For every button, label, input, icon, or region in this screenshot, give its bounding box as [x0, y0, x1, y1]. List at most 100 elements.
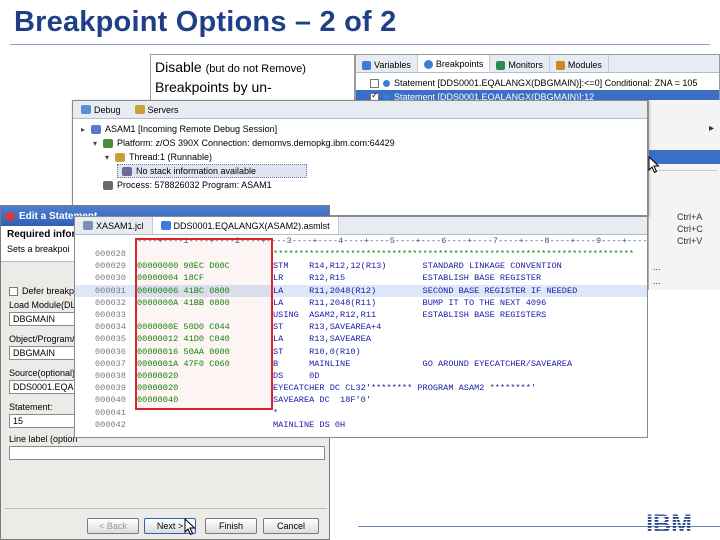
tab-monitors[interactable]: Monitors [490, 55, 550, 72]
expand-icon[interactable]: ▸ [79, 125, 87, 134]
tab-debug[interactable]: Debug [81, 105, 121, 115]
breakpoint-icon [383, 79, 390, 87]
collapse-icon[interactable]: ▾ [103, 153, 111, 162]
source-statement: LA R13,SAVEAREA [273, 334, 371, 345]
back-button[interactable]: < Back [87, 518, 139, 534]
tree-item-session[interactable]: ▸ ASAM1 [Incoming Remote Debug Session] [77, 122, 643, 136]
tree-item-thread[interactable]: ▾ Thread:1 (Runnable) [77, 150, 643, 164]
tab-label: Monitors [508, 60, 543, 70]
ellipsis-label: ... [653, 262, 661, 272]
line-number: 000031 [95, 285, 126, 296]
line-number: 000038 [95, 371, 126, 381]
defer-breakpoint-label: Defer breakpo [22, 286, 80, 296]
cancel-button[interactable]: Cancel [263, 518, 319, 534]
line-number: 000034 [95, 322, 126, 333]
line-number: 000029 [95, 261, 126, 272]
line-number: 000033 [95, 310, 126, 320]
code-line[interactable]: 000042 MAINLINE DS 0H [75, 419, 647, 431]
line-number: 000042 [95, 419, 126, 430]
context-menu-item-more[interactable]: ... [649, 274, 720, 288]
highlight-rectangle [135, 238, 273, 410]
context-menu-item[interactable]: ▸ [649, 122, 720, 136]
slide-title: Breakpoint Options – 2 of 2 [14, 6, 397, 38]
title-divider [10, 44, 710, 45]
context-menu-item-paste[interactable]: Ctrl+V [649, 234, 720, 248]
breakpoint-row[interactable]: Statement [DDS0001.EQALANGX(DBGMAIN)]:<=… [356, 76, 719, 90]
tab-label: Debug [94, 104, 121, 115]
tree-item-process[interactable]: Process: 578826032 Program: ASAM1 [77, 178, 643, 192]
dialog-button-separator [5, 508, 327, 509]
tree-item-label: ASAM1 [Incoming Remote Debug Session] [105, 124, 278, 134]
line-number: 000035 [95, 334, 126, 345]
defer-breakpoint-checkbox[interactable] [9, 286, 18, 296]
tab-label: Modules [567, 60, 602, 70]
context-menu-item-more[interactable]: ... [649, 260, 720, 274]
session-icon [91, 124, 101, 134]
context-menu-item[interactable] [649, 104, 720, 118]
tree-item-label: Platform: z/OS 390X Connection: demomvs.… [117, 138, 395, 148]
source-statement: ST R10,0(R10) [273, 346, 361, 357]
finish-button[interactable]: Finish [205, 518, 257, 534]
modules-icon [555, 60, 565, 70]
line-number: 000040 [95, 395, 126, 406]
line-label-field[interactable] [9, 446, 325, 460]
tree-item-label: Thread:1 (Runnable) [129, 152, 213, 162]
tab-label: DDS0001.EQALANGX(ASAM2).asmlst [173, 220, 330, 231]
breakpoint-icon [5, 211, 15, 221]
line-number: 000032 [95, 297, 126, 308]
servers-icon [134, 105, 145, 114]
line-number: 000030 [95, 273, 126, 284]
debug-view: Debug Servers ▸ ASAM1 [Incoming Remote De… [72, 100, 648, 216]
line-number: 000037 [95, 358, 126, 369]
statement-label: Statement: [9, 402, 53, 412]
tab-label: Servers [147, 104, 179, 115]
tab-jcl-file[interactable]: XASAM1.jcl [75, 217, 153, 234]
ellipsis-label: ... [653, 276, 661, 286]
scroll-indicator-icon: ▸ [709, 123, 715, 134]
mouse-pointer-icon [184, 518, 196, 536]
menu-separator [653, 170, 717, 171]
tree-item-platform[interactable]: ▾ Platform: z/OS 390X Connection: demomvs… [77, 136, 643, 150]
tab-servers[interactable]: Servers [134, 104, 179, 115]
stack-frame-icon [122, 166, 132, 176]
tab-label: Variables [374, 60, 411, 70]
source-statement: LA R11,2048(R11) BUMP IT TO THE NEXT 409… [273, 297, 547, 308]
breakpoint-enable-checkbox[interactable] [370, 78, 379, 88]
caption-line1-small: (but do not Remove) [205, 63, 306, 75]
shortcut-label: Ctrl+C [677, 224, 703, 234]
caption-line1: Disable [155, 59, 202, 75]
defer-breakpoint-option[interactable]: Defer breakpo [9, 286, 79, 296]
file-icon [160, 221, 171, 230]
ibm-logo: IBM [646, 511, 692, 535]
tab-variables[interactable]: Variables [356, 55, 418, 72]
line-number: 000041 [95, 407, 126, 418]
file-icon [83, 221, 93, 230]
collapse-icon[interactable]: ▾ [91, 139, 99, 148]
thread-icon [115, 152, 125, 162]
source-statement: * [273, 407, 279, 418]
line-label-label: Line label (option [9, 434, 78, 444]
source-statement: ST R13,SAVEAREA+4 [273, 322, 382, 333]
source-statement: B MAINLINE GO AROUND EYECATCHER/SAVEAREA [273, 358, 573, 369]
monitors-icon [496, 60, 506, 70]
source-statement: LR R12,R15 ESTABLISH BASE REGISTER [273, 273, 542, 284]
breakpoints-view-tabs: Variables Breakpoints Monitors Modules [356, 55, 719, 73]
tree-item-label: Process: 578826032 Program: ASAM1 [117, 180, 272, 190]
source-label: Source(optional) [9, 368, 76, 378]
tab-breakpoints[interactable]: Breakpoints [417, 55, 491, 72]
tree-item-label: No stack information available [136, 166, 257, 176]
source-statement: LA R11,2048(R12) SECOND BASE REGISTER IF… [273, 285, 578, 296]
tab-label: XASAM1.jcl [96, 220, 144, 231]
breakpoints-icon [423, 59, 433, 69]
tab-asm-listing[interactable]: DDS0001.EQALANGX(ASAM2).asmlst [152, 217, 339, 234]
source-statement: ****************************************… [273, 249, 634, 259]
variables-icon [362, 60, 371, 70]
process-icon [103, 180, 113, 190]
tree-item-stack[interactable]: No stack information available [117, 164, 307, 178]
object-program-label: Object/Program/C [9, 334, 82, 344]
line-number: 000036 [95, 346, 126, 357]
line-number: 000028 [95, 249, 126, 259]
line-number: 000039 [95, 383, 126, 394]
source-statement: SAVEAREA DC 18F'0' [273, 395, 371, 406]
tab-modules[interactable]: Modules [550, 55, 609, 72]
